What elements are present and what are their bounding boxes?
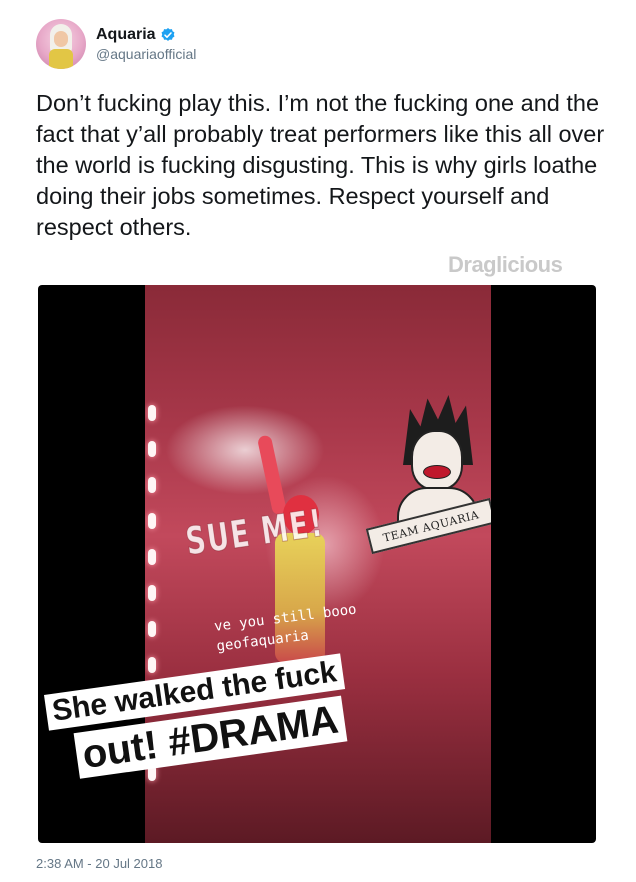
name-row: Aquaria — [96, 26, 196, 44]
tweet-header: Aquaria @aquariaofficial — [36, 18, 196, 70]
story-text: ve you still booo geofaquaria — [213, 600, 360, 657]
avatar-face — [54, 31, 68, 47]
tweet-text: Don’t fucking play this. I’m not the fuc… — [36, 90, 605, 240]
tweet-media-video[interactable]: TEAM AQUARIA SUE ME! ve you still booo g… — [38, 285, 596, 843]
avatar-body — [49, 49, 73, 69]
display-name[interactable]: Aquaria — [96, 26, 156, 44]
avatar[interactable] — [36, 19, 86, 69]
verified-badge-icon — [161, 28, 175, 41]
user-names: Aquaria @aquariaofficial — [96, 26, 196, 62]
watermark-logo: Draglicious — [448, 252, 563, 277]
user-handle[interactable]: @aquariaofficial — [96, 46, 196, 62]
tweet-timestamp[interactable]: 2:38 AM - 20 Jul 2018 — [36, 856, 162, 871]
